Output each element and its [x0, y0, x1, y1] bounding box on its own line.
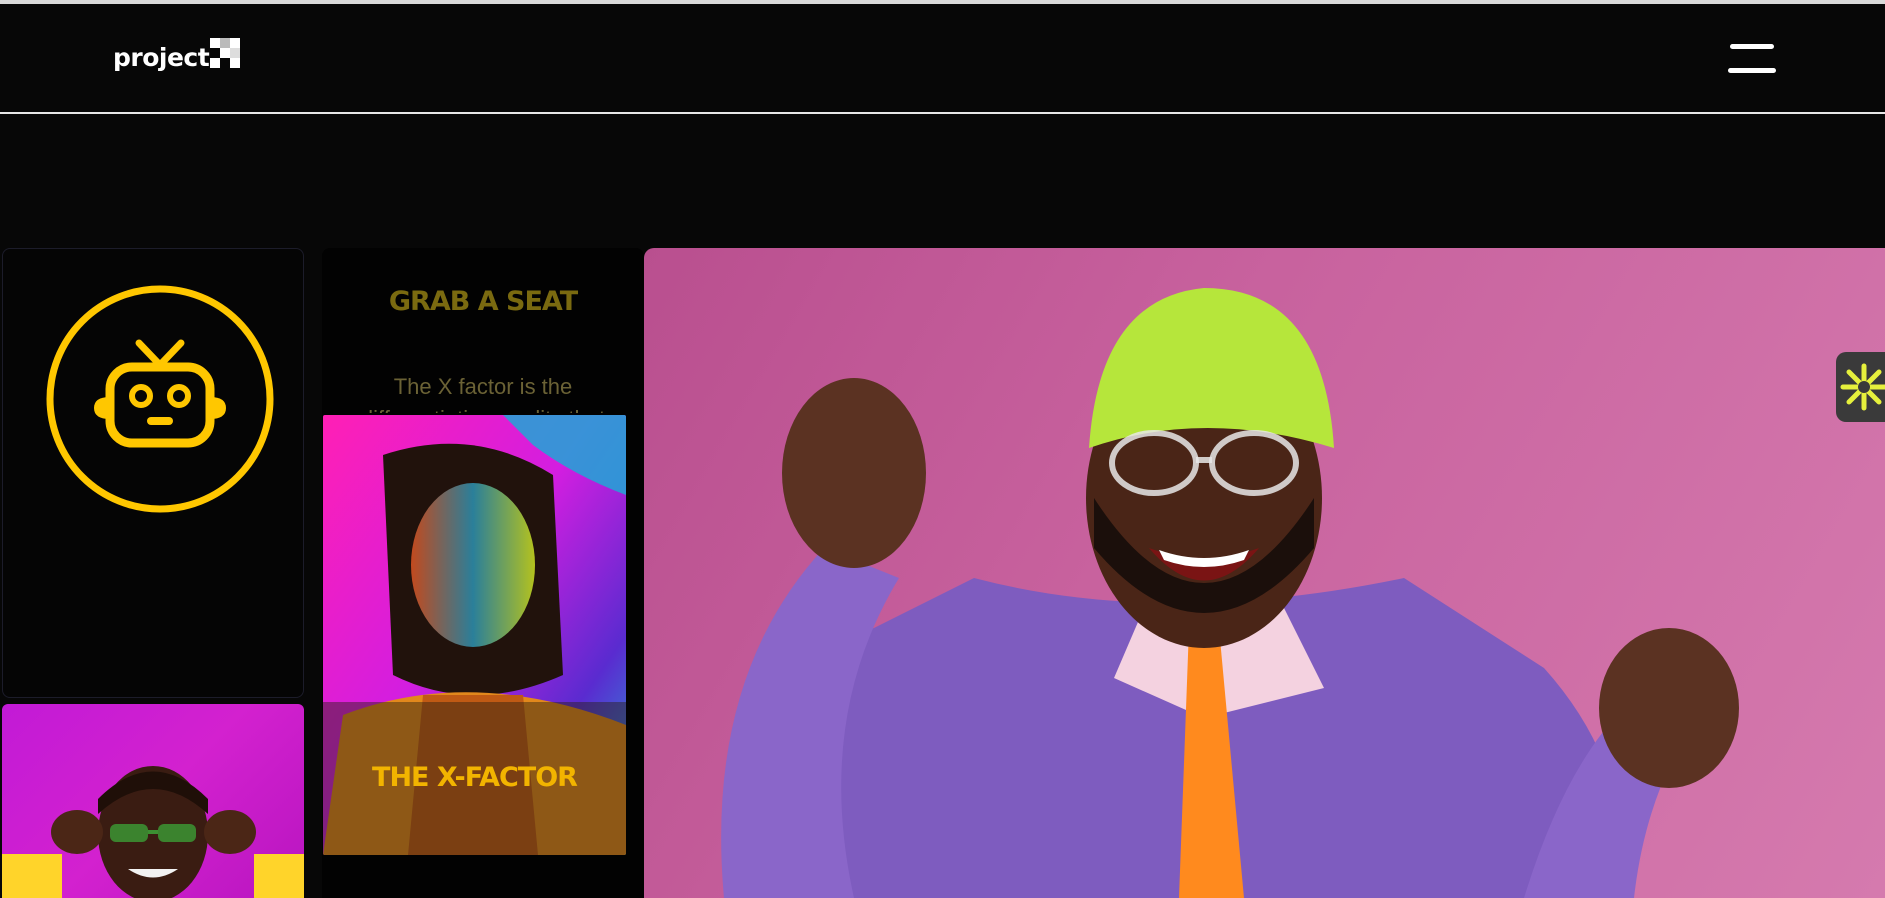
- hero-illustration: [721, 288, 1739, 898]
- hero-photo: [644, 248, 1885, 898]
- logo-text: project: [113, 42, 210, 72]
- hamburger-menu-button[interactable]: [1728, 42, 1776, 80]
- menu-line: [1728, 68, 1776, 73]
- robot-icon: [46, 285, 274, 513]
- grab-a-seat-title: GRAB A SEAT: [388, 286, 578, 317]
- site-header: project: [0, 4, 1885, 114]
- x-factor-photo: THE X-FACTOR: [323, 415, 626, 855]
- portrait-photo-glasses: [2, 704, 304, 898]
- grab-a-seat-card[interactable]: GRAB A SEAT The X factor is the differen…: [322, 248, 644, 898]
- site-logo[interactable]: project: [113, 38, 241, 72]
- robot-card[interactable]: [2, 248, 304, 698]
- x-factor-caption-overlay: THE X-FACTOR: [323, 702, 626, 855]
- sparkle-badge[interactable]: [1836, 352, 1885, 422]
- grab-a-seat-body: The X factor is the differentiating qual…: [361, 374, 605, 413]
- portrait-illustration: [2, 766, 304, 898]
- checkered-x-logo-icon: [210, 38, 241, 68]
- x-factor-caption: THE X-FACTOR: [372, 762, 578, 793]
- menu-line: [1730, 44, 1774, 49]
- sparkle-icon: [1840, 363, 1885, 411]
